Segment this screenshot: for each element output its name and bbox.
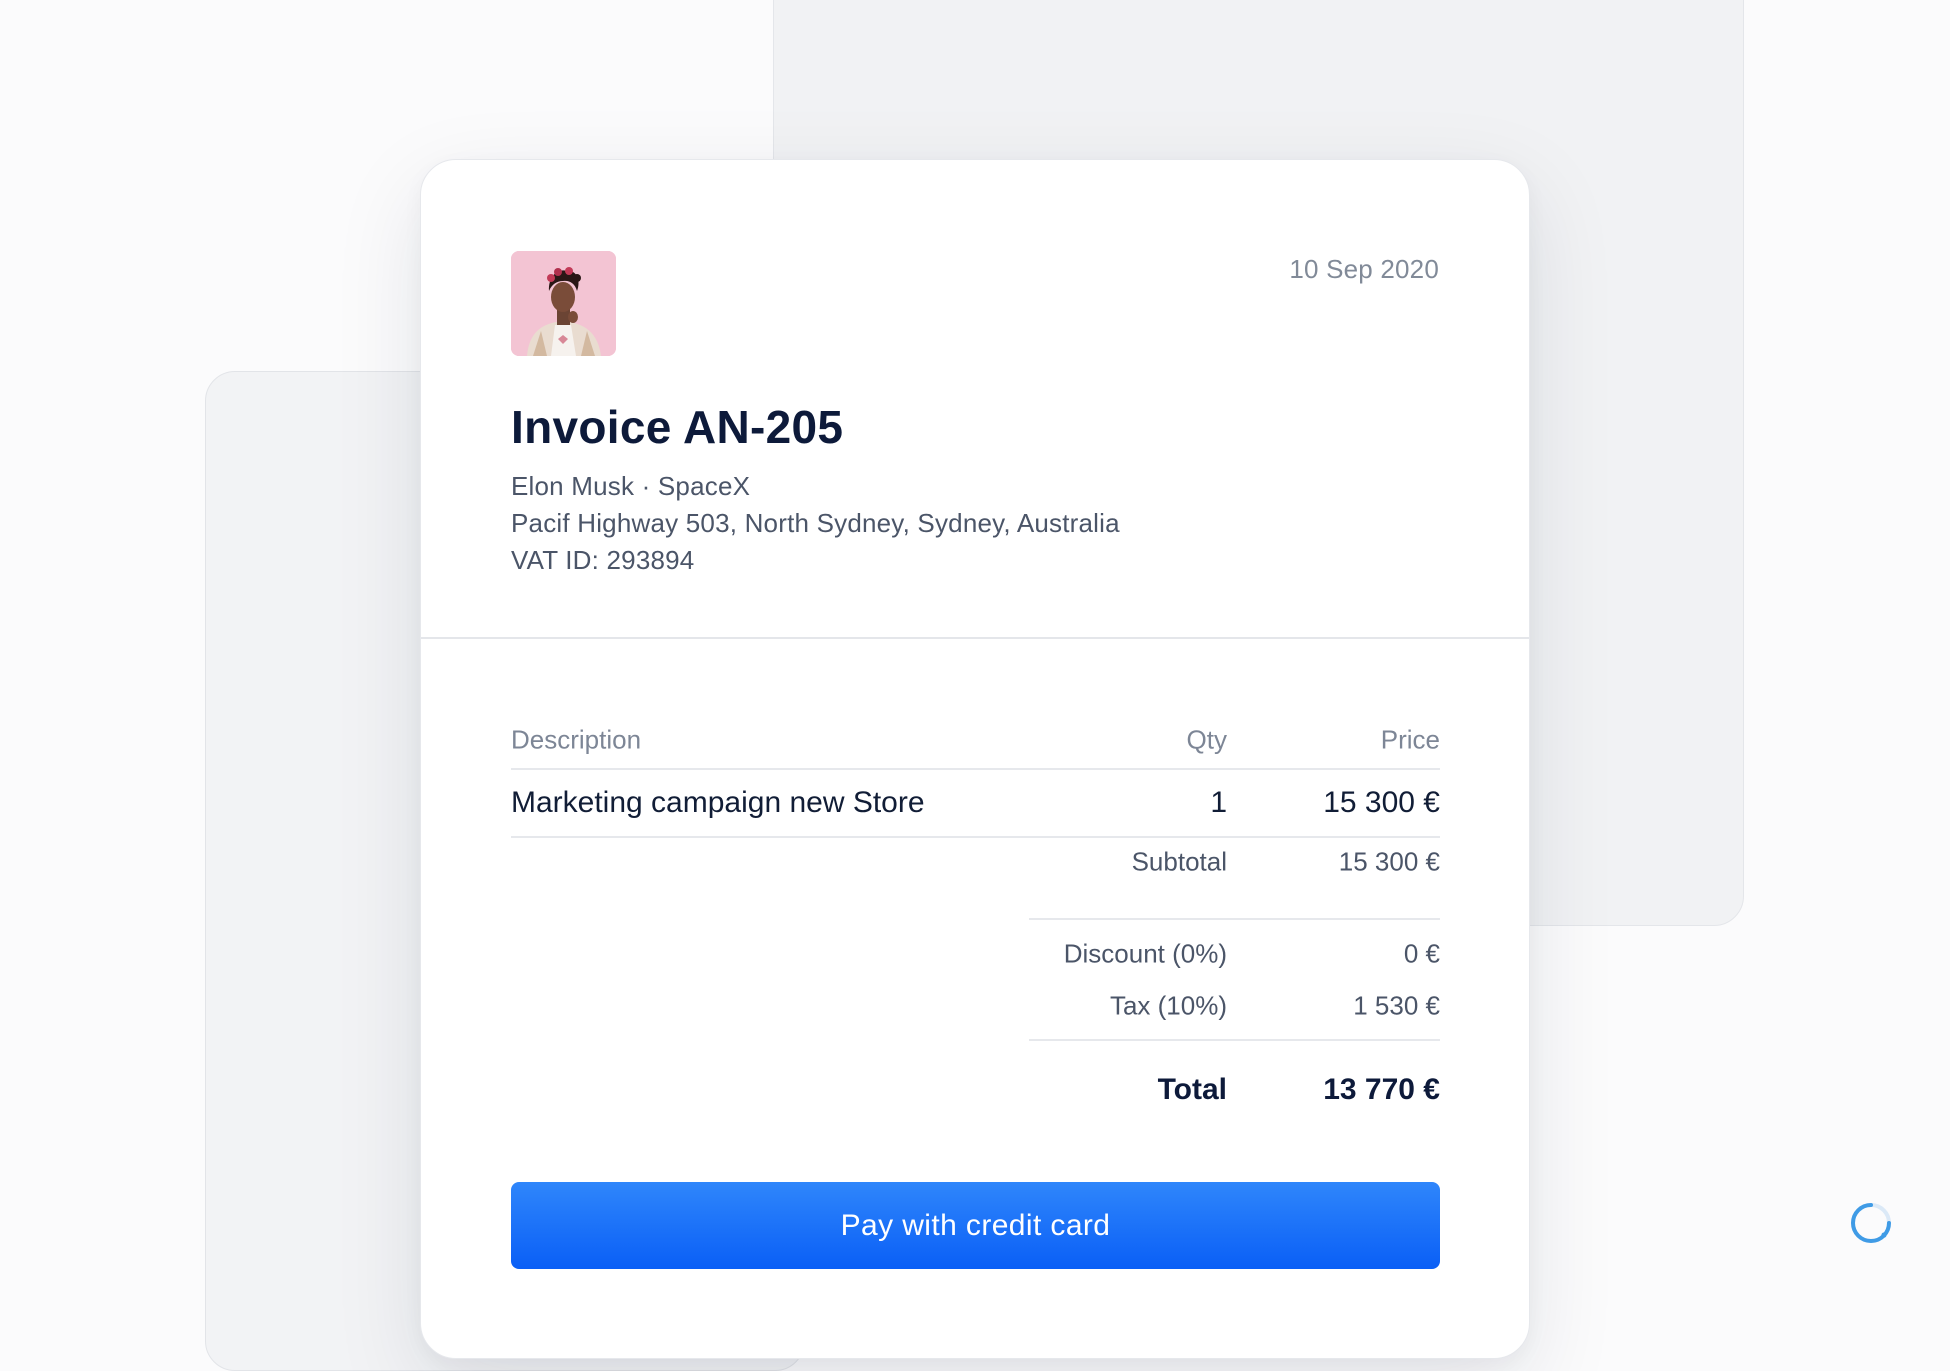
table-row: Marketing campaign new Store 1 15 300 €	[511, 770, 1440, 838]
client-address: Pacif Highway 503, North Sydney, Sydney,…	[511, 508, 1120, 538]
total-row: Total 13 770 €	[1029, 1064, 1440, 1116]
discount-value: 0 €	[1403, 938, 1440, 969]
discount-label: Discount (0%)	[1063, 938, 1227, 969]
client-vat-id: VAT ID: 293894	[511, 545, 695, 575]
table-header: Description Qty Price	[511, 712, 1440, 770]
subtotal-row: Subtotal 15 300 €	[1029, 836, 1440, 888]
header-description: Description	[511, 724, 642, 755]
tax-row: Tax (10%) 1 530 €	[1029, 980, 1440, 1032]
total-label: Total	[1157, 1073, 1227, 1106]
header-qty: Qty	[1186, 724, 1227, 755]
section-divider	[421, 637, 1529, 639]
items-table: Description Qty Price Marketing campaign…	[511, 712, 1440, 838]
invoice-date: 10 Sep 2020	[1289, 254, 1439, 284]
header-price: Price	[1380, 724, 1440, 755]
client-name: Elon Musk · SpaceX	[511, 471, 751, 501]
tax-label: Tax (10%)	[1109, 990, 1227, 1021]
invoice-card: 10 Sep 2020 Invoice AN-205 Elon Musk · S…	[420, 159, 1530, 1359]
client-info: Elon Musk · SpaceX Pacif Highway 503, No…	[511, 468, 1120, 579]
summary-divider	[1029, 1039, 1440, 1041]
item-price: 15 300 €	[1323, 786, 1440, 819]
tax-value: 1 530 €	[1353, 990, 1440, 1021]
avatar	[511, 251, 616, 356]
summary-divider	[1029, 918, 1440, 920]
loading-spinner-icon	[1848, 1200, 1894, 1246]
avatar-image	[511, 251, 616, 356]
item-qty: 1	[1210, 786, 1227, 819]
subtotal-label: Subtotal	[1131, 846, 1227, 877]
pay-with-credit-card-button[interactable]: Pay with credit card	[511, 1182, 1440, 1269]
item-description: Marketing campaign new Store	[511, 786, 925, 819]
discount-row: Discount (0%) 0 €	[1029, 928, 1440, 980]
subtotal-value: 15 300 €	[1338, 846, 1440, 877]
total-value: 13 770 €	[1323, 1073, 1440, 1106]
invoice-title: Invoice AN-205	[511, 401, 844, 453]
